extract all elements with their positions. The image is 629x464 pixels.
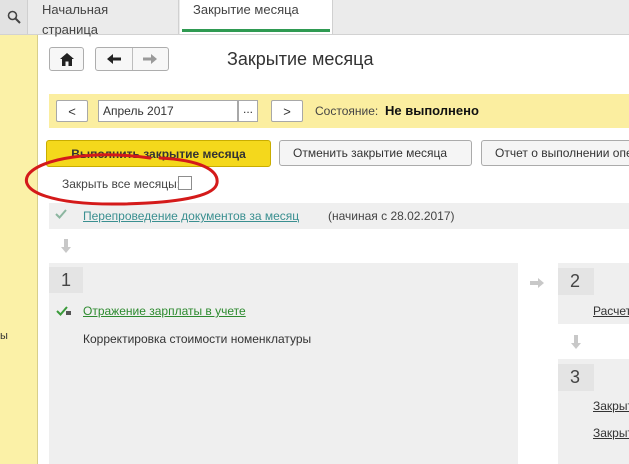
active-tab-indicator	[182, 29, 330, 32]
period-choose-button[interactable]: ...	[238, 100, 258, 122]
tab-month-close[interactable]: Закрытие месяца	[180, 0, 333, 34]
arrow-right-icon	[143, 54, 158, 64]
repost-documents-link[interactable]: Перепроведение документов за месяц	[83, 209, 299, 223]
tab-home-label: Начальная страница	[42, 2, 109, 37]
search-icon	[7, 10, 21, 24]
run-month-close-button[interactable]: Выполнить закрытие месяца	[46, 140, 271, 167]
stage-3-number: 3	[558, 364, 594, 391]
arrow-left-icon	[106, 54, 121, 64]
stage-1-number: 1	[49, 267, 83, 293]
stage-2-item[interactable]: Расчет	[593, 304, 629, 318]
arrow-down-icon	[61, 239, 71, 253]
next-period-button[interactable]: >	[271, 100, 303, 122]
left-section-panel: ы	[0, 35, 38, 464]
home-button[interactable]	[49, 47, 84, 71]
stage-3-item[interactable]: Закрыт	[593, 426, 629, 440]
stage-1-panel	[49, 263, 518, 464]
operations-report-button[interactable]: Отчет о выполнении операций	[481, 140, 629, 166]
tab-home[interactable]: Начальная страница	[29, 0, 179, 37]
cost-adjustment-item[interactable]: Корректировка стоимости номенклатуры	[83, 332, 311, 346]
page-title: Закрытие месяца	[227, 49, 374, 69]
arrow-down-icon	[571, 335, 581, 349]
forward-button[interactable]	[132, 48, 168, 70]
close-all-months-label: Закрыть все месяцы:	[62, 177, 181, 191]
status-value: Не выполнено	[385, 103, 479, 118]
arrow-right-flow-icon	[530, 278, 544, 288]
back-button[interactable]	[96, 48, 132, 70]
stage-3-item[interactable]: Закрыт	[593, 399, 629, 413]
repost-start-date-note: (начиная с 28.02.2017)	[328, 209, 455, 223]
left-panel-edge-text: ы	[0, 330, 8, 342]
tab-month-close-label: Закрытие месяца	[193, 2, 299, 17]
period-field[interactable]: Апрель 2017	[98, 100, 238, 122]
stage-2-number: 2	[558, 268, 594, 295]
search-button[interactable]	[0, 0, 28, 34]
cancel-month-close-button[interactable]: Отменить закрытие месяца	[279, 140, 472, 166]
checkmark-icon	[55, 209, 67, 219]
previous-period-button[interactable]: <	[56, 100, 88, 122]
done-checkmark-icon	[56, 306, 71, 316]
status-label: Состояние:	[315, 104, 379, 118]
close-all-months-checkbox[interactable]	[178, 176, 192, 190]
history-navigation	[95, 47, 169, 71]
payroll-accounting-link[interactable]: Отражение зарплаты в учете	[83, 304, 246, 318]
home-icon	[59, 52, 74, 66]
